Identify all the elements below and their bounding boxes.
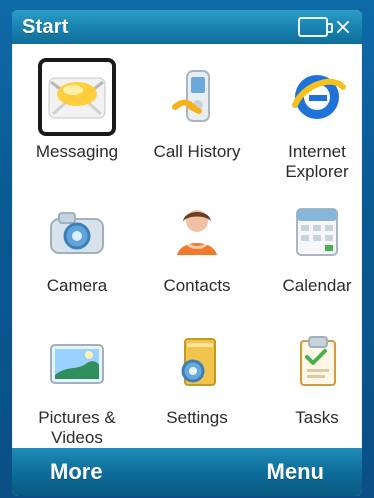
start-grid: Messaging Call History Internet Explorer… bbox=[12, 44, 362, 448]
softkey-bar: More Menu bbox=[12, 448, 362, 496]
tile-calendar[interactable]: Calendar bbox=[262, 188, 362, 314]
tile-internet-explorer[interactable]: Internet Explorer bbox=[262, 54, 362, 182]
calendar-icon bbox=[282, 196, 352, 266]
battery-icon bbox=[298, 17, 333, 37]
tasks-icon bbox=[282, 328, 352, 398]
tile-label: Pictures & Videos bbox=[38, 408, 116, 447]
title-bar: Start bbox=[12, 10, 362, 44]
envelope-icon bbox=[38, 58, 116, 136]
softkey-right[interactable]: Menu bbox=[267, 459, 324, 485]
person-icon bbox=[162, 196, 232, 266]
tile-label: Messaging bbox=[35, 142, 119, 161]
phone-screen: Start Messaging Call History Internet Ex… bbox=[12, 10, 362, 496]
settings-icon bbox=[162, 328, 232, 398]
page-title: Start bbox=[22, 15, 69, 38]
tile-tasks[interactable]: Tasks bbox=[262, 320, 362, 448]
close-icon bbox=[334, 18, 352, 36]
softkey-left[interactable]: More bbox=[50, 459, 103, 485]
tile-contacts[interactable]: Contacts bbox=[142, 188, 252, 314]
tile-label: Tasks bbox=[295, 408, 339, 427]
tile-label: Contacts bbox=[163, 276, 231, 295]
tile-camera[interactable]: Camera bbox=[22, 188, 132, 314]
status-area bbox=[298, 17, 352, 37]
tile-label: Call History bbox=[153, 142, 241, 161]
internet-explorer-icon bbox=[282, 62, 352, 132]
picture-icon bbox=[42, 328, 112, 398]
tile-pictures-videos[interactable]: Pictures & Videos bbox=[22, 320, 132, 448]
device-frame: Start Messaging Call History Internet Ex… bbox=[0, 0, 374, 498]
tile-label: Calendar bbox=[282, 276, 352, 295]
tile-label: Settings bbox=[166, 408, 228, 427]
phone-icon bbox=[162, 62, 232, 132]
camera-icon bbox=[42, 196, 112, 266]
tile-settings[interactable]: Settings bbox=[142, 320, 252, 448]
tile-call-history[interactable]: Call History bbox=[142, 54, 252, 182]
tile-messaging[interactable]: Messaging bbox=[22, 54, 132, 182]
tile-label: Camera bbox=[46, 276, 108, 295]
tile-label: Internet Explorer bbox=[285, 142, 349, 181]
